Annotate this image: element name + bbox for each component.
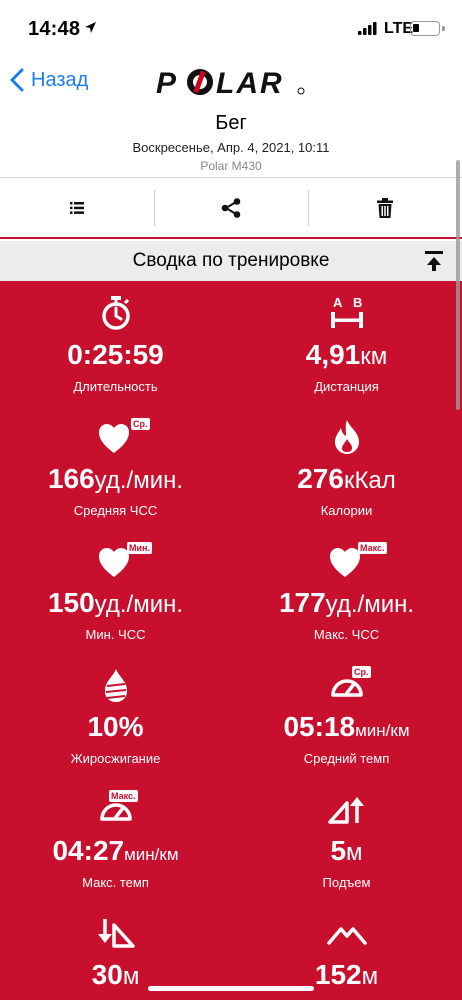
back-button[interactable]: Назад <box>10 68 88 92</box>
metric-unit: мин/км <box>355 721 410 740</box>
pin-to-top-icon[interactable] <box>424 250 444 272</box>
svg-text:A: A <box>333 295 343 310</box>
metric-value: 152 <box>314 959 362 990</box>
metric-distance: A B 4,91км Дистанция <box>231 281 462 405</box>
metric-label: Жиросжигание <box>70 751 161 766</box>
flame-icon <box>334 420 359 454</box>
metric-unit: уд./мин. <box>94 591 184 618</box>
metric-label: Калории <box>320 503 373 518</box>
home-indicator[interactable] <box>148 986 314 991</box>
svg-text:P: P <box>156 67 178 99</box>
metric-value: 4,91 <box>305 339 361 370</box>
accent-divider <box>0 237 462 239</box>
metric-unit: м <box>122 963 140 990</box>
share-icon <box>221 198 241 218</box>
signal-icon <box>358 22 377 35</box>
fat-burn-icon <box>104 669 127 702</box>
metric-unit: м <box>346 839 363 866</box>
summary-header: Сводка по тренировке <box>0 241 462 281</box>
metric-calories: 276кКал Калории <box>231 405 462 529</box>
list-icon <box>70 202 84 214</box>
metric-label: Макс. ЧСС <box>313 627 380 642</box>
metric-avg-pace: Ср. 05:18мин/км Средний темп <box>231 653 462 777</box>
ascent-icon <box>327 797 364 824</box>
svg-text:LAR: LAR <box>216 67 284 99</box>
metric-tag: Ср. <box>131 418 150 430</box>
metric-unit: мин/км <box>124 845 179 864</box>
metric-label: Средняя ЧСС <box>73 503 158 518</box>
metric-min-hr: Мин. 150уд./мин. Мин. ЧСС <box>0 529 231 653</box>
metric-duration: 0:25:59 Длительность <box>0 281 231 405</box>
page-title: Бег <box>215 112 247 134</box>
chevron-left-icon <box>10 68 24 92</box>
metric-tag: Макс. <box>358 542 387 554</box>
metric-avg-hr: Ср. 166уд./мин. Средняя ЧСС <box>0 405 231 529</box>
metric-label: Макс. темп <box>82 875 149 890</box>
metric-max-hr: Макс. 177уд./мин. Макс. ЧСС <box>231 529 462 653</box>
polar-logo: P LAR <box>156 67 305 99</box>
share-button[interactable] <box>154 178 308 238</box>
metric-label: Средний темп <box>303 751 390 766</box>
metric-label: Мин. ЧСС <box>85 627 146 642</box>
metric-value: 10% <box>87 711 144 742</box>
nav-bar: Назад P LAR <box>0 60 462 104</box>
metric-unit: кКал <box>343 467 396 494</box>
status-time: 14:48 <box>28 18 81 40</box>
delete-button[interactable] <box>308 178 462 238</box>
device-name: Polar M430 <box>200 159 262 173</box>
training-summary: 0:25:59 Длительность A B 4,91км Дистанци… <box>0 281 462 1000</box>
metric-label: Подъем <box>322 875 371 890</box>
list-button[interactable] <box>0 178 154 238</box>
metric-unit: уд./мин. <box>325 591 415 618</box>
metric-value: 5 <box>330 835 347 866</box>
back-label: Назад <box>31 68 89 91</box>
location-arrow-icon <box>85 22 96 33</box>
mountain-icon <box>326 927 367 945</box>
metric-value: 0:25:59 <box>67 339 164 370</box>
metric-max-pace: Макс. 04:27мин/км Макс. темп <box>0 777 231 901</box>
metric-ascent: 5м Подъем <box>231 777 462 901</box>
session-datetime: Воскресенье, Апр. 4, 2021, 10:11 <box>132 140 330 155</box>
metric-fat-burn: 10% Жиросжигание <box>0 653 231 777</box>
metric-label: Дистанция <box>314 379 379 394</box>
metric-tag: Макс. <box>109 790 138 802</box>
metric-value: 276 <box>297 463 344 494</box>
battery-icon <box>410 21 440 36</box>
battery-tip <box>442 26 445 31</box>
metric-tag: Ср. <box>352 666 371 678</box>
status-bar: 14:48 LTE <box>0 0 462 58</box>
trash-icon <box>377 198 393 218</box>
scroll-indicator[interactable] <box>456 160 460 410</box>
metric-value: 30 <box>91 959 123 990</box>
descent-icon <box>97 919 135 948</box>
metric-unit: уд./мин. <box>94 467 184 494</box>
svg-text:B: B <box>353 295 362 310</box>
metric-value: 04:27 <box>52 835 125 866</box>
metric-unit: м <box>361 963 379 990</box>
metric-value: 05:18 <box>283 711 356 742</box>
heart-avg-icon <box>98 424 129 453</box>
metric-value: 177 <box>278 587 326 618</box>
metric-label: Длительность <box>73 379 158 394</box>
distance-ab-icon: A B <box>330 295 363 328</box>
stopwatch-icon <box>101 296 130 330</box>
metric-value: 150 <box>47 587 95 618</box>
network-type: LTE <box>384 20 414 37</box>
toolbar <box>0 177 462 239</box>
metric-tag: Мин. <box>127 542 152 554</box>
metric-value: 166 <box>47 463 95 494</box>
summary-title: Сводка по тренировке <box>132 250 330 271</box>
metric-unit: км <box>360 343 388 370</box>
